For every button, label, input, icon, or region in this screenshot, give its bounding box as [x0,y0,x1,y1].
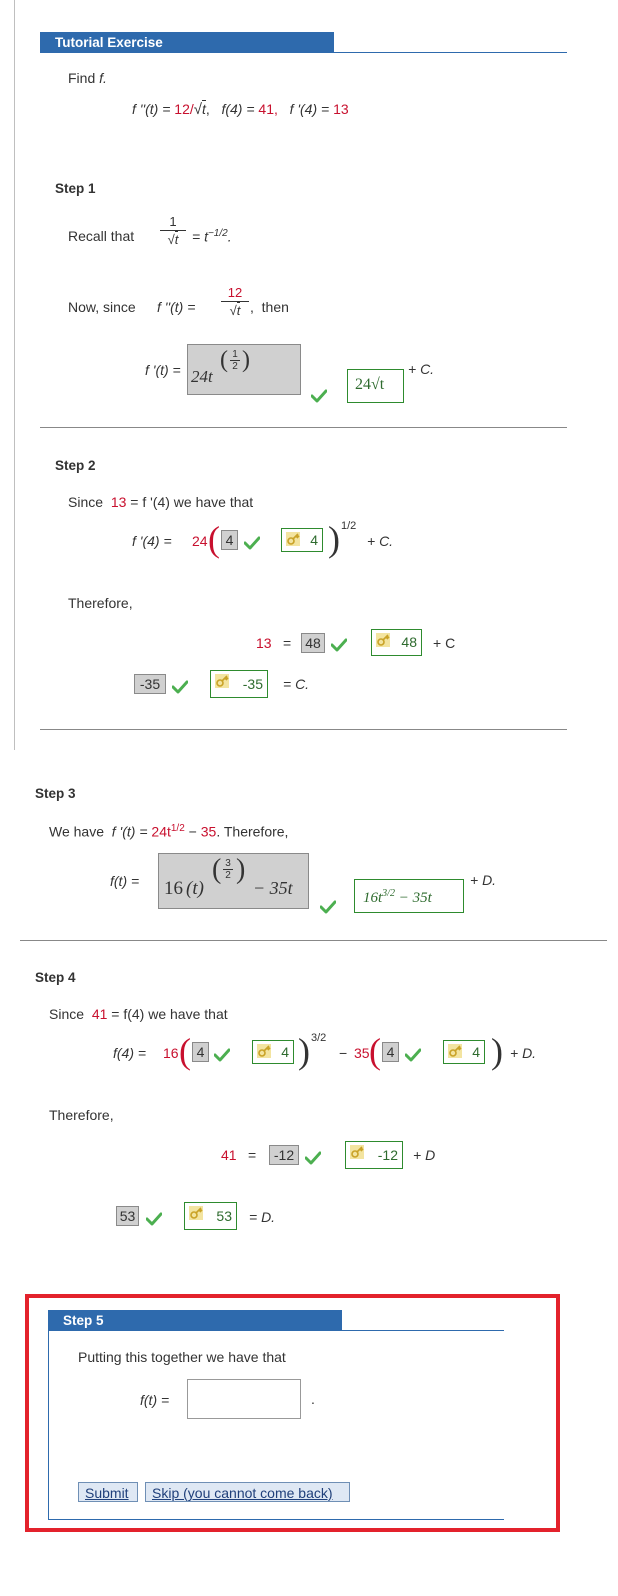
step4-correct-neg12: -12 [345,1141,403,1169]
step2-plus-c2: + C [433,635,456,651]
step2-close-paren: ) [328,519,340,559]
submit-button[interactable]: Submit [78,1482,138,1502]
step4-eq-d: = D. [249,1209,276,1225]
step4-plus-d2: + D [413,1147,436,1163]
step1-fpp-label: f ''(t) = [157,299,196,315]
divider [40,729,567,730]
check-icon [244,536,260,550]
step2-entered-neg35: -35 [134,674,166,694]
step4-correct-4b: 4 [443,1040,485,1064]
tutorial-header: Tutorial Exercise [40,32,334,53]
step4-close-paren1: ) [298,1031,310,1071]
step1-then: , then [250,299,289,315]
step2-eq: = [283,635,292,651]
step1-now-since: Now, since [68,299,136,315]
step5-header-underline [48,1330,504,1331]
step4-open-paren1: ( [179,1031,191,1071]
header-underline [40,52,567,53]
step1-recall: Recall that [68,228,135,244]
step2-entered-48: 48 [301,633,325,653]
tutorial-title: Tutorial Exercise [55,35,163,50]
step1-correct-answer: 24√t [347,369,404,403]
check-icon [320,900,336,914]
step3-entered-answer: 16 (t) ( 3 2 ) − 35t [158,853,309,909]
step2-coef: 24 [192,533,208,549]
step3-ft-label: f(t) = [110,873,140,889]
problem-instruction: Find f. [68,70,107,86]
step5-period: . [311,1391,315,1407]
step2-entered-answer: 4 [221,530,238,550]
check-icon [214,1048,230,1062]
step5-left-border [48,1331,49,1519]
step1-frac-12-over-root-t: 12 √t [221,285,249,318]
step1-plus-c: + C. [408,361,435,377]
step4-entered-4b: 4 [382,1042,399,1062]
problem-givens: f ''(t) = 12/√t, f(4) = 41, f '(4) = 13 [132,100,349,118]
step4-close-paren2: ) [491,1031,503,1071]
step4-plus-d: + D. [510,1045,537,1061]
key-icon [350,1145,364,1159]
step4-eq: = [248,1147,257,1163]
step5-bottom-line [48,1519,504,1520]
step4-correct-53: 53 [184,1202,237,1230]
step2-since: Since 13 = f '(4) we have that [68,494,254,510]
step2-plus-c: + C. [367,533,394,549]
key-icon [286,532,300,546]
step2-exp: 1/2 [341,520,357,532]
step1-title: Step 1 [55,181,96,196]
step1-recall-eq: = t−1/2. [192,228,232,245]
check-icon [311,389,327,403]
step4-open-paren2: ( [369,1031,381,1071]
check-icon [172,680,188,694]
step2-open-paren: ( [208,519,220,559]
step3-correct-answer: 16t3/2 − 35t [354,879,464,913]
check-icon [405,1048,421,1062]
step4-correct-4a: 4 [252,1040,294,1064]
step5-header: Step 5 [48,1310,342,1331]
step4-entered-neg12: -12 [269,1145,299,1165]
step1-fp-label: f '(t) = [145,362,181,378]
answer-input[interactable] [187,1379,301,1419]
step2-therefore: Therefore, [68,595,133,611]
step4-minus: − [339,1045,348,1061]
step2-eq-c: = C. [283,676,310,692]
step2-title: Step 2 [55,458,96,473]
step4-entered-53: 53 [116,1206,139,1226]
step2-fp4: f '(4) = [132,533,172,549]
step3-plus-d: + D. [470,872,497,888]
check-icon [305,1151,321,1165]
step3-title: Step 3 [35,786,76,801]
panel-left-border [14,0,15,750]
divider [20,940,607,941]
step1-frac-1-over-root-t: 1 √t [160,214,186,247]
step4-therefore: Therefore, [49,1107,114,1123]
step5-text: Putting this together we have that [78,1349,286,1365]
step4-since: Since 41 = f(4) we have that [49,1006,228,1022]
key-icon [376,633,390,647]
step4-coef2: 35 [354,1045,370,1061]
step3-we-have: We have f '(t) = 24t1/2 − 35. Therefore, [49,823,289,840]
step2-correct-answer: 4 [281,528,323,552]
step4-entered-4a: 4 [192,1042,209,1062]
step2-correct-48: 48 [371,629,422,656]
key-icon [189,1206,203,1220]
step5-ft-label: f(t) = [140,1392,170,1408]
divider [40,427,567,428]
skip-button[interactable]: Skip (you cannot come back) [145,1482,350,1502]
check-icon [146,1212,162,1226]
step4-exp: 3/2 [311,1032,327,1044]
check-icon [331,638,347,652]
step1-entered-answer: 24t ( 1 2 ) [187,344,301,395]
step5-title: Step 5 [63,1313,104,1328]
step4-f4: f(4) = [113,1045,147,1061]
step4-lhs: 41 [221,1147,237,1163]
key-icon [448,1044,462,1058]
key-icon [257,1044,271,1058]
step4-title: Step 4 [35,970,76,985]
key-icon [215,674,229,688]
step4-coef1: 16 [163,1045,179,1061]
step2-lhs: 13 [256,635,272,651]
step2-correct-neg35: -35 [210,670,268,698]
